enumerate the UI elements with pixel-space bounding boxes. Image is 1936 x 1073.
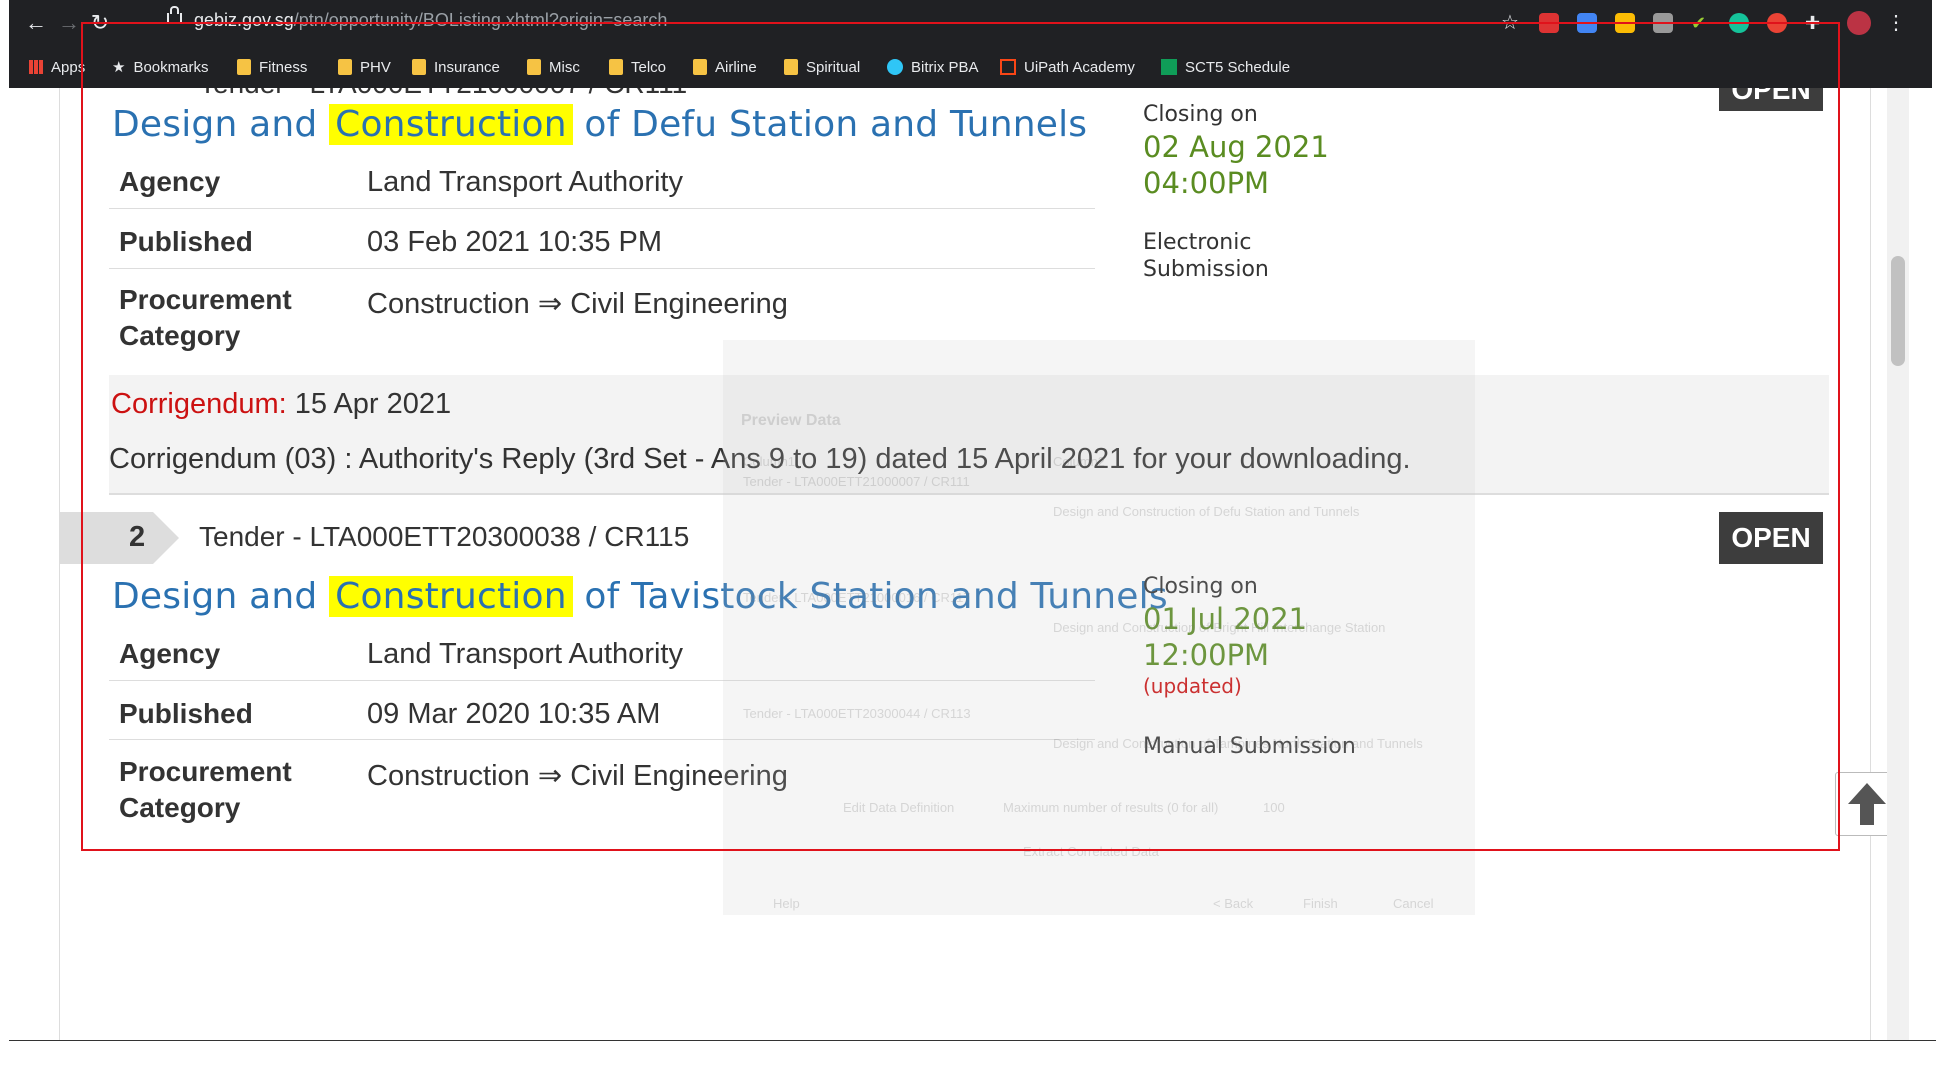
uipath-icon (1000, 59, 1016, 75)
finish-button[interactable]: Finish (1303, 896, 1338, 911)
help-button[interactable]: Help (773, 896, 800, 911)
back-button[interactable]: < Back (1213, 896, 1253, 911)
item-number: 2 (129, 521, 146, 553)
agency-value: Land Transport Authority (367, 638, 683, 670)
divider (109, 208, 1095, 209)
menu-kebab-icon[interactable]: ⋮ (1881, 8, 1911, 38)
bookmark-phv[interactable]: PHV (338, 55, 391, 79)
table-cell: Design and Construction of Tampines Nort… (1053, 736, 1423, 751)
agency-label: Agency (119, 166, 221, 197)
reload-icon[interactable]: ↻ (85, 8, 115, 38)
ghost-preview-dialog: Preview Data Column1 Column2 Tender - LT… (723, 340, 1475, 915)
divider (9, 1040, 1936, 1041)
vertical-scrollbar[interactable] (1887, 88, 1909, 1040)
lock-icon (167, 6, 182, 24)
url-path: /ptn/opportunity/BOListing.xhtml?origin=… (293, 10, 668, 30)
star-icon[interactable]: ☆ (1495, 8, 1525, 38)
bookmark-bookmarks[interactable]: ★ Bookmarks (112, 55, 208, 79)
puzzle-icon[interactable]: ✚ (1805, 13, 1825, 33)
folder-icon (412, 59, 426, 75)
tender-title-link[interactable]: Design and Construction of Defu Station … (112, 104, 1087, 145)
procurement-label: Procurement (119, 756, 292, 787)
folder-icon (784, 59, 798, 75)
closing-time: 04:00PM (1143, 166, 1270, 200)
bookmark-fitness[interactable]: Fitness (237, 55, 307, 79)
submission-type-2: Submission (1143, 257, 1269, 282)
category-label: Category (119, 792, 241, 823)
bookmarks-bar: Apps ★ Bookmarks Fitness PHV Insurance Mi… (9, 46, 1932, 88)
bitrix-icon (887, 59, 903, 75)
extract-correlated-data-button[interactable]: Extract Correlated Data (1023, 844, 1159, 859)
bookmark-sct5[interactable]: SCT5 Schedule (1161, 55, 1290, 79)
checkmark-icon[interactable]: ✔ (1691, 13, 1711, 33)
agency-value: Land Transport Authority (367, 166, 683, 198)
table-cell: Design and Construction of Bright Hill I… (1053, 620, 1386, 635)
dialog-title: Preview Data (741, 412, 841, 429)
folder-icon (237, 59, 251, 75)
table-cell: Design and Construction of Defu Station … (1053, 504, 1360, 519)
bookmark-apps[interactable]: Apps (29, 55, 85, 79)
table-cell: Tender - LTA000ETT21000007 / CR111 (743, 474, 970, 489)
category-label: Category (119, 320, 241, 351)
grammarly-icon[interactable] (1729, 13, 1749, 33)
url-host: gebiz.gov.sg (194, 10, 294, 30)
bookmark-uipath[interactable]: UiPath Academy (1000, 55, 1135, 79)
bookmark-bitrix[interactable]: Bitrix PBA (887, 55, 979, 79)
status-badge: OPEN (1719, 88, 1823, 111)
extension-icon[interactable] (1653, 13, 1673, 33)
tender-number: Tender - LTA000ETT21000007 / CR111 (199, 88, 687, 100)
google-drive-icon-2[interactable] (1615, 13, 1635, 33)
published-value: 09 Mar 2020 10:35 AM (367, 698, 661, 730)
address-bar[interactable]: gebiz.gov.sg/ptn/opportunity/BOListing.x… (194, 10, 667, 31)
tender-number: Tender - LTA000ETT20300038 / CR115 (199, 521, 690, 552)
bookmark-misc[interactable]: Misc (527, 55, 580, 79)
corrigendum-line: Corrigendum: 15 Apr 2021 (111, 388, 452, 420)
page-content: Tender - LTA000ETT21000007 / CR111 OPEN … (9, 88, 1909, 1040)
folder-icon (338, 59, 352, 75)
bookmark-airline[interactable]: Airline (693, 55, 757, 79)
chrome-icon[interactable] (1767, 13, 1787, 33)
divider (109, 268, 1095, 269)
forward-arrow-icon[interactable]: → (54, 8, 84, 38)
agency-label: Agency (119, 638, 221, 669)
published-label: Published (119, 698, 253, 729)
back-arrow-icon[interactable]: ← (21, 8, 51, 38)
status-badge: OPEN (1719, 512, 1823, 564)
published-value: 03 Feb 2021 10:35 PM (367, 226, 663, 258)
column-header: Column2 (1053, 454, 1106, 469)
avatar[interactable] (1847, 11, 1871, 35)
apps-grid-icon (29, 60, 43, 74)
submission-type: Electronic (1143, 230, 1252, 255)
procurement-label: Procurement (119, 284, 292, 315)
published-label: Published (119, 226, 253, 257)
bookmark-spiritual[interactable]: Spiritual (784, 55, 860, 79)
scrollbar-thumb[interactable] (1891, 256, 1905, 366)
edit-data-definition-button[interactable]: Edit Data Definition (843, 800, 954, 815)
closing-label: Closing on (1143, 102, 1258, 127)
folder-icon (693, 59, 707, 75)
extension-pdf-icon[interactable] (1539, 13, 1559, 33)
table-cell: Tender - LTA000ETT20300044 / CR113 (743, 706, 971, 721)
procurement-value: Construction ⇒ Civil Engineering (367, 288, 788, 320)
cancel-button[interactable]: Cancel (1393, 896, 1433, 911)
max-results-input[interactable]: 100 (1263, 800, 1285, 815)
max-results-label: Maximum number of results (0 for all) (1003, 800, 1219, 815)
google-drive-icon[interactable] (1577, 13, 1597, 33)
browser-toolbar: ← → ↻ gebiz.gov.sg/ptn/opportunity/BOLis… (9, 0, 1932, 46)
bookmark-insurance[interactable]: Insurance (412, 55, 500, 79)
column-header: Column1 (743, 454, 796, 469)
bookmark-telco[interactable]: Telco (609, 55, 666, 79)
sheets-icon (1161, 59, 1177, 75)
closing-date: 02 Aug 2021 (1143, 130, 1329, 164)
folder-icon (609, 59, 623, 75)
table-cell: Tender - LTA000ETT21000016 / CR117 (743, 590, 971, 605)
star-icon: ★ (112, 59, 126, 76)
folder-icon (527, 59, 541, 75)
